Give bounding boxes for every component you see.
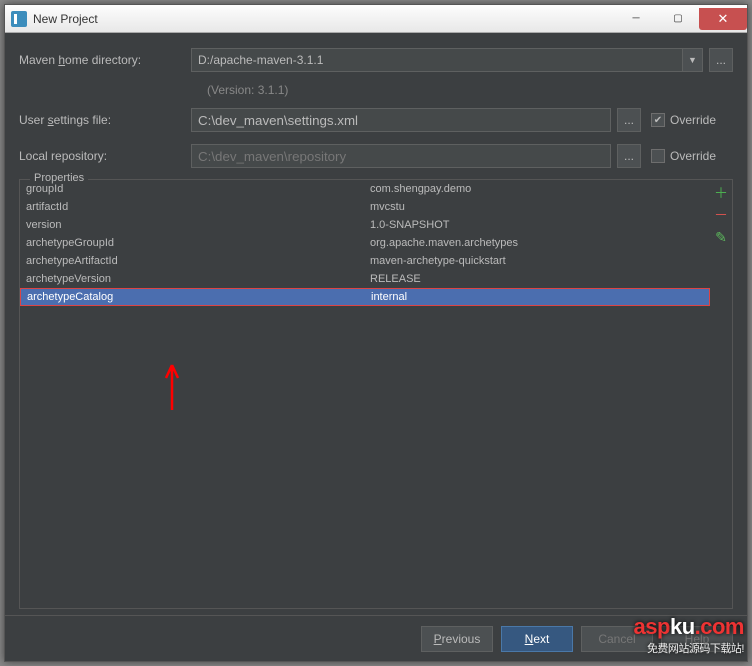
local-repo-browse-button[interactable]: ... [617,144,641,168]
table-row[interactable]: archetypeGroupIdorg.apache.maven.archety… [20,234,710,252]
minimize-button[interactable]: ─ [615,8,657,30]
property-key: archetypeGroupId [20,237,370,249]
app-icon [11,11,27,27]
table-row[interactable]: version1.0-SNAPSHOT [20,216,710,234]
property-value: 1.0-SNAPSHOT [370,219,710,231]
titlebar: New Project ─ ▢ ✕ [5,5,747,33]
checkbox-checked-icon[interactable] [651,113,665,127]
maven-home-dropdown-button[interactable]: ▼ [683,48,703,72]
property-key: archetypeCatalog [21,291,371,303]
table-row[interactable]: archetypeCataloginternal [20,288,710,306]
window-buttons: ─ ▢ ✕ [615,8,747,30]
maven-home-browse-button[interactable]: ... [709,48,733,72]
user-settings-browse-button[interactable]: ... [617,108,641,132]
next-button[interactable]: Next [501,626,573,652]
properties-table[interactable]: groupIdcom.shengpay.demoartifactIdmvcstu… [20,180,710,608]
edit-property-button[interactable]: ✎ [712,228,730,246]
close-button[interactable]: ✕ [699,8,747,30]
table-row[interactable]: artifactIdmvcstu [20,198,710,216]
property-key: archetypeVersion [20,273,370,285]
property-value: internal [371,291,709,303]
property-value: com.shengpay.demo [370,183,710,195]
add-property-button[interactable]: ＋ [712,184,730,202]
local-repo-input[interactable] [191,144,611,168]
property-key: groupId [20,183,370,195]
checkbox-unchecked-icon[interactable] [651,149,665,163]
local-repo-label: Local repository: [19,149,191,163]
user-settings-input[interactable] [191,108,611,132]
property-value: RELEASE [370,273,710,285]
maven-home-value[interactable]: D:/apache-maven-3.1.1 [191,48,683,72]
local-repo-override[interactable]: Override [651,149,733,163]
help-button[interactable]: Help [661,626,733,652]
properties-side-buttons: ＋ － ✎ [710,180,732,608]
override-label: Override [670,113,716,127]
user-settings-row: User settings file: ... Override [19,107,733,133]
properties-panel: Properties groupIdcom.shengpay.demoartif… [19,179,733,609]
property-value: maven-archetype-quickstart [370,255,710,267]
cancel-button[interactable]: Cancel [581,626,653,652]
property-value: mvcstu [370,201,710,213]
table-row[interactable]: archetypeVersionRELEASE [20,270,710,288]
property-key: archetypeArtifactId [20,255,370,267]
table-row[interactable]: groupIdcom.shengpay.demo [20,180,710,198]
property-value: org.apache.maven.archetypes [370,237,710,249]
maven-home-row: Maven home directory: D:/apache-maven-3.… [19,47,733,73]
previous-button[interactable]: Previous [421,626,493,652]
content-area: Maven home directory: D:/apache-maven-3.… [5,33,747,609]
maven-home-combo[interactable]: D:/apache-maven-3.1.1 ▼ [191,48,703,72]
local-repo-row: Local repository: ... Override [19,143,733,169]
maximize-button[interactable]: ▢ [657,8,699,30]
maven-home-label: Maven home directory: [19,53,191,67]
table-row[interactable]: archetypeArtifactIdmaven-archetype-quick… [20,252,710,270]
properties-legend: Properties [30,172,88,184]
user-settings-override[interactable]: Override [651,113,733,127]
dialog-window: New Project ─ ▢ ✕ Maven home directory: … [4,4,748,662]
property-key: version [20,219,370,231]
user-settings-label: User settings file: [19,113,191,127]
remove-property-button[interactable]: － [712,206,730,224]
maven-version-text: (Version: 3.1.1) [207,83,733,97]
property-key: artifactId [20,201,370,213]
footer: Previous Next Cancel Help [5,615,747,661]
override-label: Override [670,149,716,163]
window-title: New Project [33,12,98,26]
